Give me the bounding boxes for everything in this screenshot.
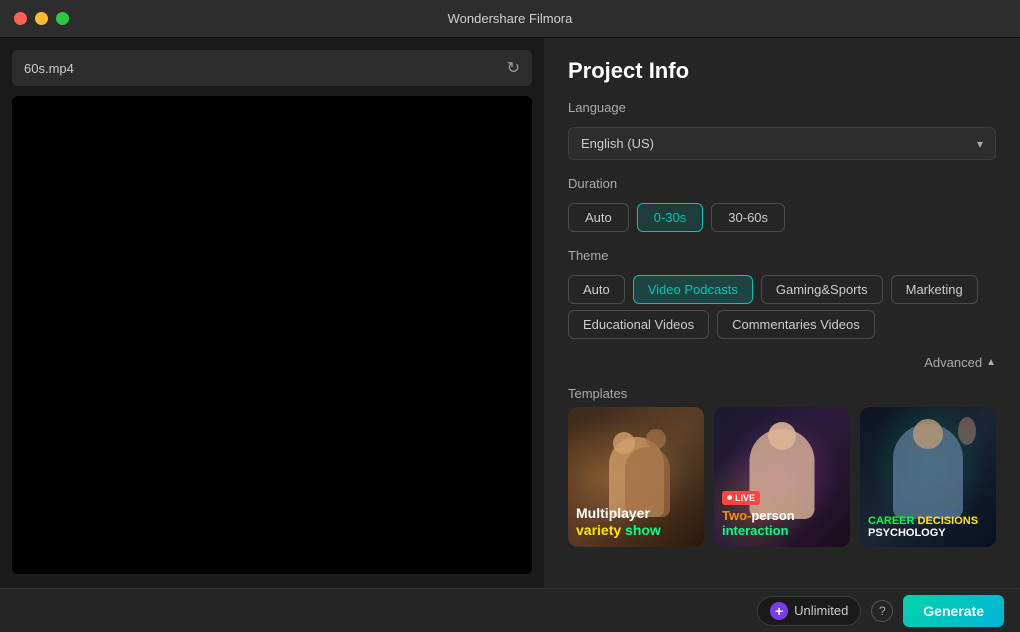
titlebar: Wondershare Filmora xyxy=(0,0,1020,38)
refresh-icon[interactable]: ↻ xyxy=(507,58,520,78)
template-text: Multiplayer variety show xyxy=(576,505,696,539)
generate-button[interactable]: Generate xyxy=(903,595,1004,627)
duration-options: Auto 0-30s 30-60s xyxy=(568,203,996,232)
unlimited-plus-icon: + xyxy=(770,602,788,620)
live-dot xyxy=(727,495,732,500)
theme-educational-button[interactable]: Educational Videos xyxy=(568,310,709,339)
language-dropdown-container: English (US) ▾ xyxy=(568,127,996,160)
unlimited-label: Unlimited xyxy=(794,603,848,618)
theme-commentaries-button[interactable]: Commentaries Videos xyxy=(717,310,875,339)
person-head-left xyxy=(613,432,635,454)
theme-label: Theme xyxy=(568,248,996,263)
close-button[interactable] xyxy=(14,12,27,25)
left-panel: 60s.mp4 ↻ ▶ 00:00:00:00/00:01:00:00 xyxy=(0,38,544,632)
templates-grid: Multiplayer variety show LIVE xyxy=(568,407,996,547)
microphone-shape xyxy=(958,417,976,445)
right-panel: Project Info Language English (US) ▾ Dur… xyxy=(544,38,1020,632)
template-text-2: Two-person interaction xyxy=(722,508,842,539)
duration-auto-button[interactable]: Auto xyxy=(568,203,629,232)
main-content: 60s.mp4 ↻ ▶ 00:00:00:00/00:01:00:00 Proj… xyxy=(0,38,1020,632)
language-label: Language xyxy=(568,100,996,115)
theme-options-row1: Auto Video Podcasts Gaming&Sports Market… xyxy=(568,275,996,304)
theme-marketing-button[interactable]: Marketing xyxy=(891,275,978,304)
window-controls xyxy=(14,12,69,25)
duration-label: Duration xyxy=(568,176,996,191)
advanced-arrow-icon: ▲ xyxy=(986,357,996,368)
advanced-row[interactable]: Advanced ▲ xyxy=(568,355,996,370)
templates-section: Templates Multiplayer variety show xyxy=(568,386,996,547)
file-name: 60s.mp4 xyxy=(24,61,74,76)
template-card-career[interactable]: CAREER DECISIONS PSYCHOLOGY xyxy=(860,407,996,547)
chevron-down-icon: ▾ xyxy=(977,137,983,151)
theme-auto-button[interactable]: Auto xyxy=(568,275,625,304)
language-dropdown[interactable]: English (US) ▾ xyxy=(568,127,996,160)
language-section: Language English (US) ▾ xyxy=(568,100,996,160)
template-overlay: Multiplayer variety show xyxy=(568,497,704,547)
duration-section: Duration Auto 0-30s 30-60s xyxy=(568,176,996,232)
theme-gaming-sports-button[interactable]: Gaming&Sports xyxy=(761,275,883,304)
template-card-two-person[interactable]: LIVE Two-person interaction xyxy=(714,407,850,547)
person-head-3 xyxy=(913,419,943,449)
person-head-center xyxy=(768,422,796,450)
theme-section: Theme Auto Video Podcasts Gaming&Sports … xyxy=(568,248,996,339)
template-overlay-3: CAREER DECISIONS PSYCHOLOGY xyxy=(860,507,996,547)
video-preview xyxy=(12,96,532,574)
unlimited-button[interactable]: + Unlimited xyxy=(757,596,861,626)
theme-video-podcasts-button[interactable]: Video Podcasts xyxy=(633,275,753,304)
template-card-multiplayer[interactable]: Multiplayer variety show xyxy=(568,407,704,547)
file-bar: 60s.mp4 ↻ xyxy=(12,50,532,86)
person-head-right xyxy=(646,429,666,449)
help-button[interactable]: ? xyxy=(871,600,893,622)
maximize-button[interactable] xyxy=(56,12,69,25)
templates-label: Templates xyxy=(568,386,996,401)
app-title: Wondershare Filmora xyxy=(448,11,573,26)
project-title: Project Info xyxy=(568,58,996,84)
theme-options-row2: Educational Videos Commentaries Videos xyxy=(568,310,996,339)
minimize-button[interactable] xyxy=(35,12,48,25)
template-text-3: CAREER DECISIONS PSYCHOLOGY xyxy=(868,515,988,539)
template-overlay-2: LIVE Two-person interaction xyxy=(714,479,850,547)
live-badge: LIVE xyxy=(722,491,760,505)
bottom-bar: + Unlimited ? Generate xyxy=(0,588,1020,632)
duration-0-30s-button[interactable]: 0-30s xyxy=(637,203,704,232)
duration-30-60s-button[interactable]: 30-60s xyxy=(711,203,785,232)
